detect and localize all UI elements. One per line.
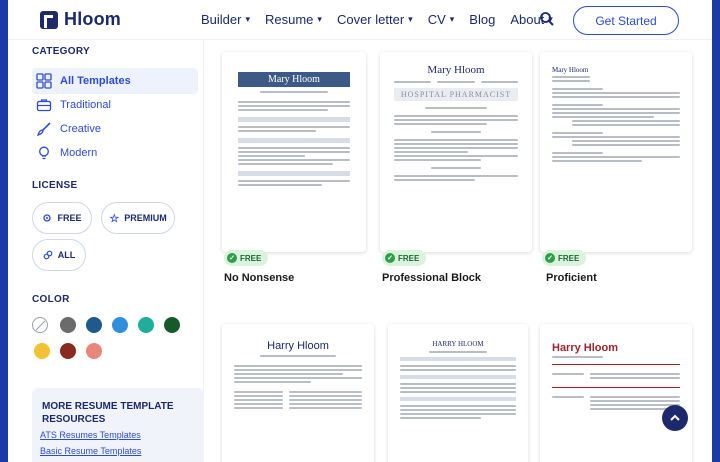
more-resources-title: MORE RESUME TEMPLATE RESOURCES (42, 401, 174, 425)
category-modern[interactable]: Modern (32, 140, 198, 166)
resume-name: HARRY HLOOM (432, 340, 484, 348)
page-frame: Hloom Builder ▾ Resume ▾ Cover letter ▾ CV ▾… (8, 0, 712, 462)
chevron-down-icon: ▾ (245, 14, 250, 24)
grid-icon (36, 73, 52, 89)
template-name[interactable]: No Nonsense (224, 272, 294, 284)
basic-templates-link[interactable]: Basic Resume Templates (40, 446, 141, 456)
resume-name: Mary Hloom (427, 64, 485, 76)
star-icon: ☆ (109, 212, 120, 225)
nav-blog[interactable]: Blog (469, 12, 495, 27)
more-resources-box: MORE RESUME TEMPLATE RESOURCES ATS Resum… (32, 388, 204, 462)
resume-name: Harry Hloom (267, 340, 329, 352)
license-premium-button[interactable]: ☆ PREMIUM (101, 202, 175, 234)
gear-icon (43, 214, 52, 222)
scroll-to-top-button[interactable] (662, 405, 688, 431)
lightbulb-icon (39, 146, 49, 160)
color-green-swatch[interactable] (164, 317, 180, 333)
template-name[interactable]: Proficient (546, 272, 597, 284)
nav-builder[interactable]: Builder ▾ (201, 12, 250, 27)
template-name[interactable]: Professional Block (382, 272, 481, 284)
brush-icon (36, 122, 51, 137)
resume-name: Harry Hloom (552, 342, 619, 354)
nav-resume[interactable]: Resume ▾ (265, 12, 322, 27)
color-maroon-swatch[interactable] (60, 343, 76, 359)
nav-cover-letter[interactable]: Cover letter ▾ (337, 12, 413, 27)
free-badge: ✓ FREE (382, 250, 427, 266)
free-badge: ✓ FREE (542, 250, 587, 266)
logo-mark-icon (40, 10, 58, 29)
chevron-down-icon: ▾ (449, 14, 455, 24)
chevron-down-icon: ▾ (317, 14, 322, 24)
color-navy-swatch[interactable] (86, 317, 102, 333)
briefcase-icon (36, 99, 52, 112)
template-card-harry-hloom-1[interactable]: Harry Hloom (222, 324, 374, 462)
resume-name: Mary Hloom (238, 72, 350, 87)
check-icon: ✓ (385, 253, 395, 263)
search-icon[interactable] (539, 11, 555, 27)
resume-name: Mary Hloom (552, 66, 589, 74)
link-icon (43, 250, 53, 260)
category-all-templates[interactable]: All Templates (32, 68, 198, 94)
main-nav: Builder ▾ Resume ▾ Cover letter ▾ CV ▾ Blog … (201, 12, 553, 27)
category-label: Creative (60, 123, 101, 135)
category-label: Traditional (60, 99, 111, 111)
color-teal-swatch[interactable] (138, 317, 154, 333)
color-title: COLOR (32, 294, 70, 305)
color-blue-swatch[interactable] (112, 317, 128, 333)
color-gray-swatch[interactable] (60, 317, 76, 333)
template-card-harry-hloom-3[interactable]: Harry Hloom (540, 324, 692, 462)
chevron-down-icon: ▾ (408, 14, 413, 24)
category-creative[interactable]: Creative (32, 116, 198, 142)
color-salmon-swatch[interactable] (86, 343, 102, 359)
category-label: Modern (60, 147, 98, 159)
template-card-professional-block[interactable]: Mary Hloom HOSPITAL PHARMACIST (380, 52, 532, 252)
free-badge: ✓ FREE (224, 250, 269, 266)
chevron-up-icon (670, 414, 680, 421)
category-label: All Templates (60, 75, 131, 87)
resume-subtitle: HOSPITAL PHARMACIST (394, 88, 518, 101)
top-header: Hloom Builder ▾ Resume ▾ Cover letter ▾ CV ▾… (8, 0, 712, 40)
logo[interactable]: Hloom (40, 9, 121, 30)
license-all-button[interactable]: ALL (32, 239, 86, 271)
logo-text: Hloom (64, 9, 121, 29)
check-icon: ✓ (545, 253, 555, 263)
nav-cv[interactable]: CV ▾ (428, 12, 455, 27)
ats-templates-link[interactable]: ATS Resumes Templates (40, 430, 141, 440)
color-none-swatch[interactable] (32, 317, 48, 333)
color-yellow-swatch[interactable] (34, 343, 50, 359)
category-traditional[interactable]: Traditional (32, 92, 198, 118)
license-title: LICENSE (32, 180, 78, 191)
category-title: CATEGORY (32, 46, 90, 57)
check-icon: ✓ (227, 253, 237, 263)
get-started-button[interactable]: Get Started (573, 6, 679, 35)
template-card-proficient[interactable]: Mary Hloom (540, 52, 692, 252)
template-card-no-nonsense[interactable]: Mary Hloom (222, 52, 366, 252)
filter-sidebar: CATEGORY All Templates Traditional Creat… (8, 40, 204, 462)
template-card-harry-hloom-2[interactable]: HARRY HLOOM (388, 324, 528, 462)
license-free-button[interactable]: FREE (32, 202, 92, 234)
